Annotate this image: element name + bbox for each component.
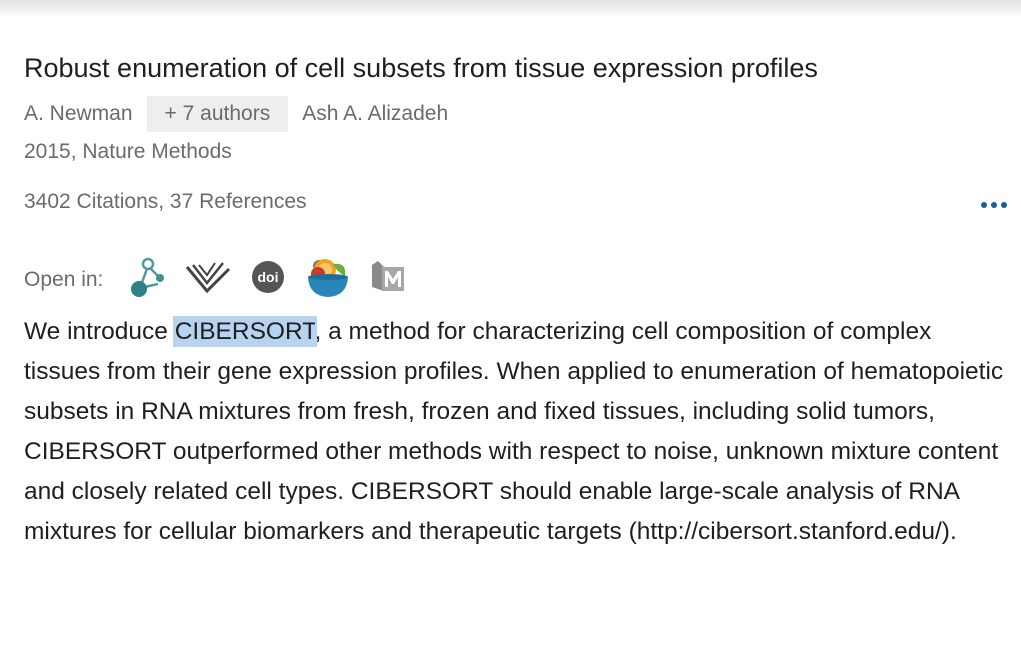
abstract-body: , a method for characterizing cell compo… xyxy=(24,318,1004,545)
year-venue: 2015, Nature Methods xyxy=(24,140,232,163)
more-options-button[interactable] xyxy=(974,192,1014,218)
abstract-intro: We introduce xyxy=(24,318,175,345)
paper-title[interactable]: Robust enumeration of cell subsets from … xyxy=(24,52,818,84)
open-in-label: Open in: xyxy=(24,268,104,291)
doi-icon[interactable]: doi xyxy=(243,252,293,302)
unpaywall-bowl-icon[interactable] xyxy=(303,252,353,302)
citation-counts[interactable]: 3402 Citations, 37 References xyxy=(24,190,307,214)
more-dot-icon xyxy=(1001,202,1007,208)
semantic-scholar-icon[interactable] xyxy=(183,252,233,302)
author-first[interactable]: A. Newman xyxy=(24,102,133,126)
top-shadow xyxy=(0,0,1021,18)
author-last[interactable]: Ash A. Alizadeh xyxy=(302,102,448,126)
mendeley-icon[interactable] xyxy=(363,252,413,302)
open-in-row: Open in: doi xyxy=(24,252,423,302)
molecule-network-icon[interactable] xyxy=(123,252,173,302)
abstract-text: We introduce CIBERSORT, a method for cha… xyxy=(24,312,1014,552)
more-dot-icon xyxy=(981,202,987,208)
selected-text-highlight[interactable]: CIBERSORT xyxy=(172,316,317,347)
more-authors-button[interactable]: + 7 authors xyxy=(146,96,289,132)
author-list: A. Newman + 7 authors Ash A. Alizadeh xyxy=(24,96,448,132)
more-dot-icon xyxy=(991,202,997,208)
doi-text: doi xyxy=(258,269,279,285)
